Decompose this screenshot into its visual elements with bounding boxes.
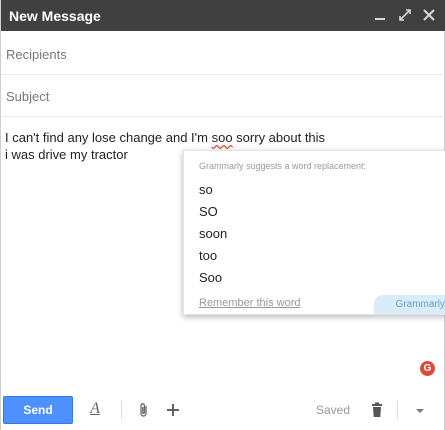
trash-icon[interactable]	[368, 401, 386, 419]
close-icon[interactable]	[420, 6, 438, 24]
suggestion-item[interactable]: SO	[199, 204, 218, 219]
recipients-field[interactable]: Recipients	[1, 34, 445, 75]
subject-field[interactable]: Subject	[1, 76, 445, 117]
body-text-before: I can't find any lose change and I'm	[5, 130, 212, 145]
remember-word-link[interactable]: Remember this word	[199, 297, 300, 309]
insert-more-icon[interactable]	[164, 401, 182, 419]
attach-icon[interactable]	[135, 401, 153, 419]
grammarly-header: Grammarly suggests a word replacement:	[199, 161, 367, 171]
subject-placeholder: Subject	[6, 89, 50, 104]
suggestion-item[interactable]: too	[199, 248, 217, 263]
compose-window: New Message Recipients Subject I can't f…	[0, 0, 445, 430]
toolbar-divider	[121, 401, 122, 419]
suggestion-item[interactable]: so	[199, 182, 213, 197]
compose-toolbar: Send A Saved	[1, 390, 445, 430]
grammarly-brand-tab: Grammarly	[374, 295, 445, 314]
title-bar: New Message	[1, 0, 445, 31]
minimize-icon[interactable]	[371, 6, 389, 24]
grammarly-badge[interactable]: G	[420, 361, 435, 376]
expand-icon[interactable]	[396, 6, 414, 24]
body-text-after: sorry about this	[232, 130, 326, 145]
grammarly-suggestion-popup: Grammarly suggests a word replacement: s…	[183, 150, 445, 315]
window-title: New Message	[9, 8, 101, 24]
suggestion-item[interactable]: Soo	[199, 270, 222, 285]
suggestion-item[interactable]: soon	[199, 226, 227, 241]
message-body-line-1[interactable]: I can't find any lose change and I'm soo…	[5, 130, 325, 145]
formatting-icon[interactable]: A	[88, 400, 102, 418]
misspelled-word[interactable]: soo	[212, 130, 233, 145]
send-button[interactable]: Send	[3, 396, 73, 424]
more-options-icon[interactable]	[411, 401, 429, 419]
recipients-placeholder: Recipients	[6, 47, 67, 62]
message-body-line-2[interactable]: i was drive my tractor	[5, 147, 128, 162]
toolbar-divider	[397, 401, 398, 419]
saved-status: Saved	[316, 403, 351, 417]
